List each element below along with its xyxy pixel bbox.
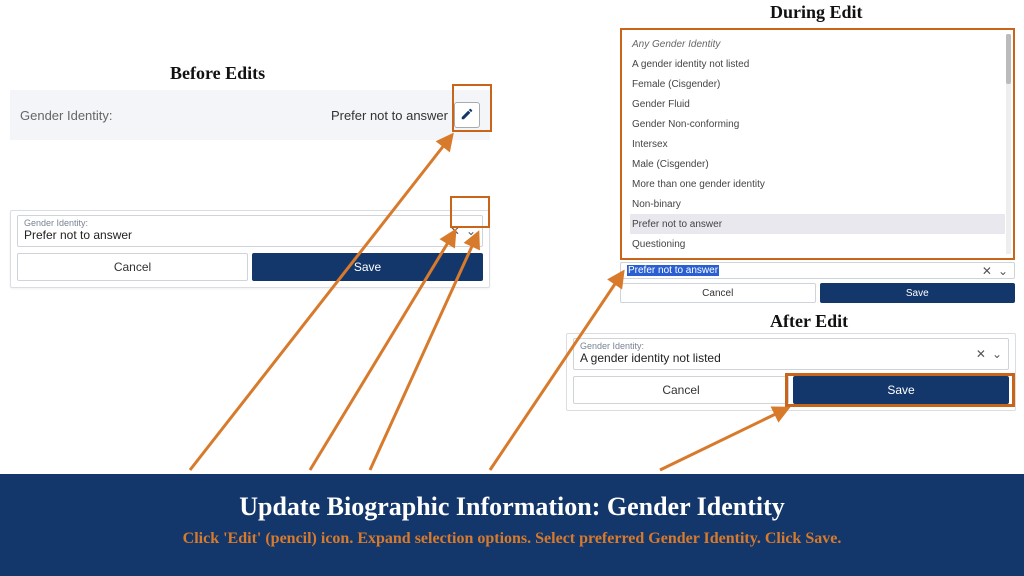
after-edit-card: Gender Identity: A gender identity not l… bbox=[566, 333, 1016, 411]
dropdown-option[interactable]: Gender Fluid bbox=[630, 94, 1005, 114]
pencil-icon bbox=[460, 107, 474, 124]
clear-icon[interactable]: ✕ bbox=[982, 264, 992, 278]
chevron-down-icon[interactable]: ⌄ bbox=[466, 224, 476, 238]
edit-button[interactable] bbox=[454, 102, 480, 128]
field-label: Gender Identity: bbox=[20, 108, 113, 123]
chevron-down-icon[interactable]: ⌄ bbox=[998, 264, 1008, 278]
field-label: Gender Identity: bbox=[24, 218, 476, 228]
before-edit-card: Gender Identity: Prefer not to answer ✕ … bbox=[10, 210, 490, 288]
field-label: Gender Identity: bbox=[580, 341, 1002, 351]
field-value: Prefer not to answer bbox=[331, 108, 448, 123]
button-row: Cancel Save bbox=[17, 253, 483, 281]
clear-icon[interactable]: ✕ bbox=[450, 224, 460, 238]
footer-title: Update Biographic Information: Gender Id… bbox=[20, 492, 1004, 522]
dropdown-option[interactable]: Questioning bbox=[630, 234, 1005, 254]
button-row: Cancel Save bbox=[573, 376, 1009, 404]
cancel-button[interactable]: Cancel bbox=[573, 376, 789, 404]
chevron-down-icon[interactable]: ⌄ bbox=[992, 347, 1002, 361]
heading-during: During Edit bbox=[770, 2, 863, 23]
dropdown-option[interactable]: Intersex bbox=[630, 134, 1005, 154]
gender-identity-field[interactable]: Prefer not to answer ✕ ⌄ bbox=[620, 262, 1015, 279]
footer-bar: Update Biographic Information: Gender Id… bbox=[0, 474, 1024, 576]
dropdown-option[interactable]: Any Gender Identity bbox=[630, 34, 1005, 54]
heading-after: After Edit bbox=[770, 311, 848, 332]
scrollbar[interactable] bbox=[1006, 34, 1011, 254]
after-column: Gender Identity: A gender identity not l… bbox=[566, 333, 1016, 411]
cancel-button[interactable]: Cancel bbox=[17, 253, 248, 281]
save-button[interactable]: Save bbox=[820, 283, 1016, 303]
dropdown-list[interactable]: Any Gender IdentityA gender identity not… bbox=[622, 30, 1013, 258]
cancel-button[interactable]: Cancel bbox=[620, 283, 816, 303]
dropdown-option[interactable]: Male (Cisgender) bbox=[630, 154, 1005, 174]
save-button[interactable]: Save bbox=[793, 376, 1009, 404]
dropdown-option[interactable]: More than one gender identity bbox=[630, 174, 1005, 194]
gender-identity-field[interactable]: Gender Identity: Prefer not to answer ✕ … bbox=[17, 215, 483, 247]
dropdown-option[interactable]: Prefer not to answer bbox=[630, 214, 1005, 234]
heading-before: Before Edits bbox=[170, 63, 265, 84]
gender-identity-field[interactable]: Gender Identity: A gender identity not l… bbox=[573, 338, 1009, 370]
scrollbar-thumb[interactable] bbox=[1006, 34, 1011, 84]
clear-icon[interactable]: ✕ bbox=[976, 347, 986, 361]
save-button[interactable]: Save bbox=[252, 253, 483, 281]
button-row: Cancel Save bbox=[620, 283, 1015, 303]
dropdown-option[interactable]: A gender identity not listed bbox=[630, 54, 1005, 74]
before-column: Gender Identity: Prefer not to answer Ge… bbox=[10, 90, 490, 288]
gender-identity-view-row: Gender Identity: Prefer not to answer bbox=[10, 90, 490, 140]
field-value: Prefer not to answer bbox=[24, 228, 476, 242]
dropdown-panel: Any Gender IdentityA gender identity not… bbox=[620, 28, 1015, 260]
field-value: A gender identity not listed bbox=[580, 351, 1002, 365]
footer-instructions: Click 'Edit' (pencil) icon. Expand selec… bbox=[82, 528, 942, 550]
field-value: Prefer not to answer bbox=[627, 265, 719, 276]
during-column: Any Gender IdentityA gender identity not… bbox=[620, 28, 1015, 303]
dropdown-option[interactable]: Gender Non-conforming bbox=[630, 114, 1005, 134]
dropdown-option[interactable]: Female (Cisgender) bbox=[630, 74, 1005, 94]
dropdown-option[interactable]: Non-binary bbox=[630, 194, 1005, 214]
